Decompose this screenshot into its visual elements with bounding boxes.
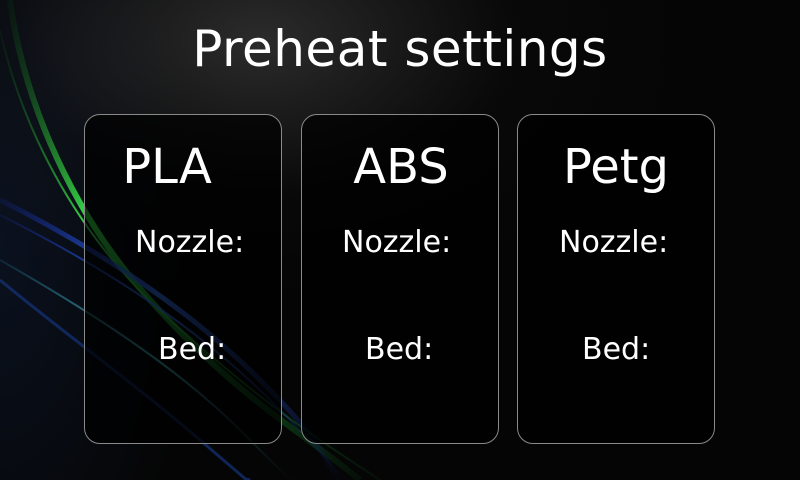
preset-name: ABS: [353, 139, 449, 195]
preset-name: PLA: [122, 139, 212, 195]
preheat-screen: Preheat settings PLA Nozzle: Bed: ABS No…: [0, 0, 800, 480]
bed-label: Bed:: [158, 332, 227, 367]
nozzle-label: Nozzle:: [135, 225, 245, 260]
preset-card-abs[interactable]: ABS Nozzle: Bed:: [301, 114, 499, 444]
bed-label: Bed:: [582, 332, 651, 367]
nozzle-label: Nozzle:: [559, 225, 669, 260]
preset-card-pla[interactable]: PLA Nozzle: Bed:: [84, 114, 282, 444]
bed-label: Bed:: [365, 332, 434, 367]
preset-card-petg[interactable]: Petg Nozzle: Bed:: [517, 114, 715, 444]
page-title: Preheat settings: [192, 20, 608, 78]
preset-name: Petg: [562, 139, 670, 195]
nozzle-label: Nozzle:: [342, 225, 452, 260]
